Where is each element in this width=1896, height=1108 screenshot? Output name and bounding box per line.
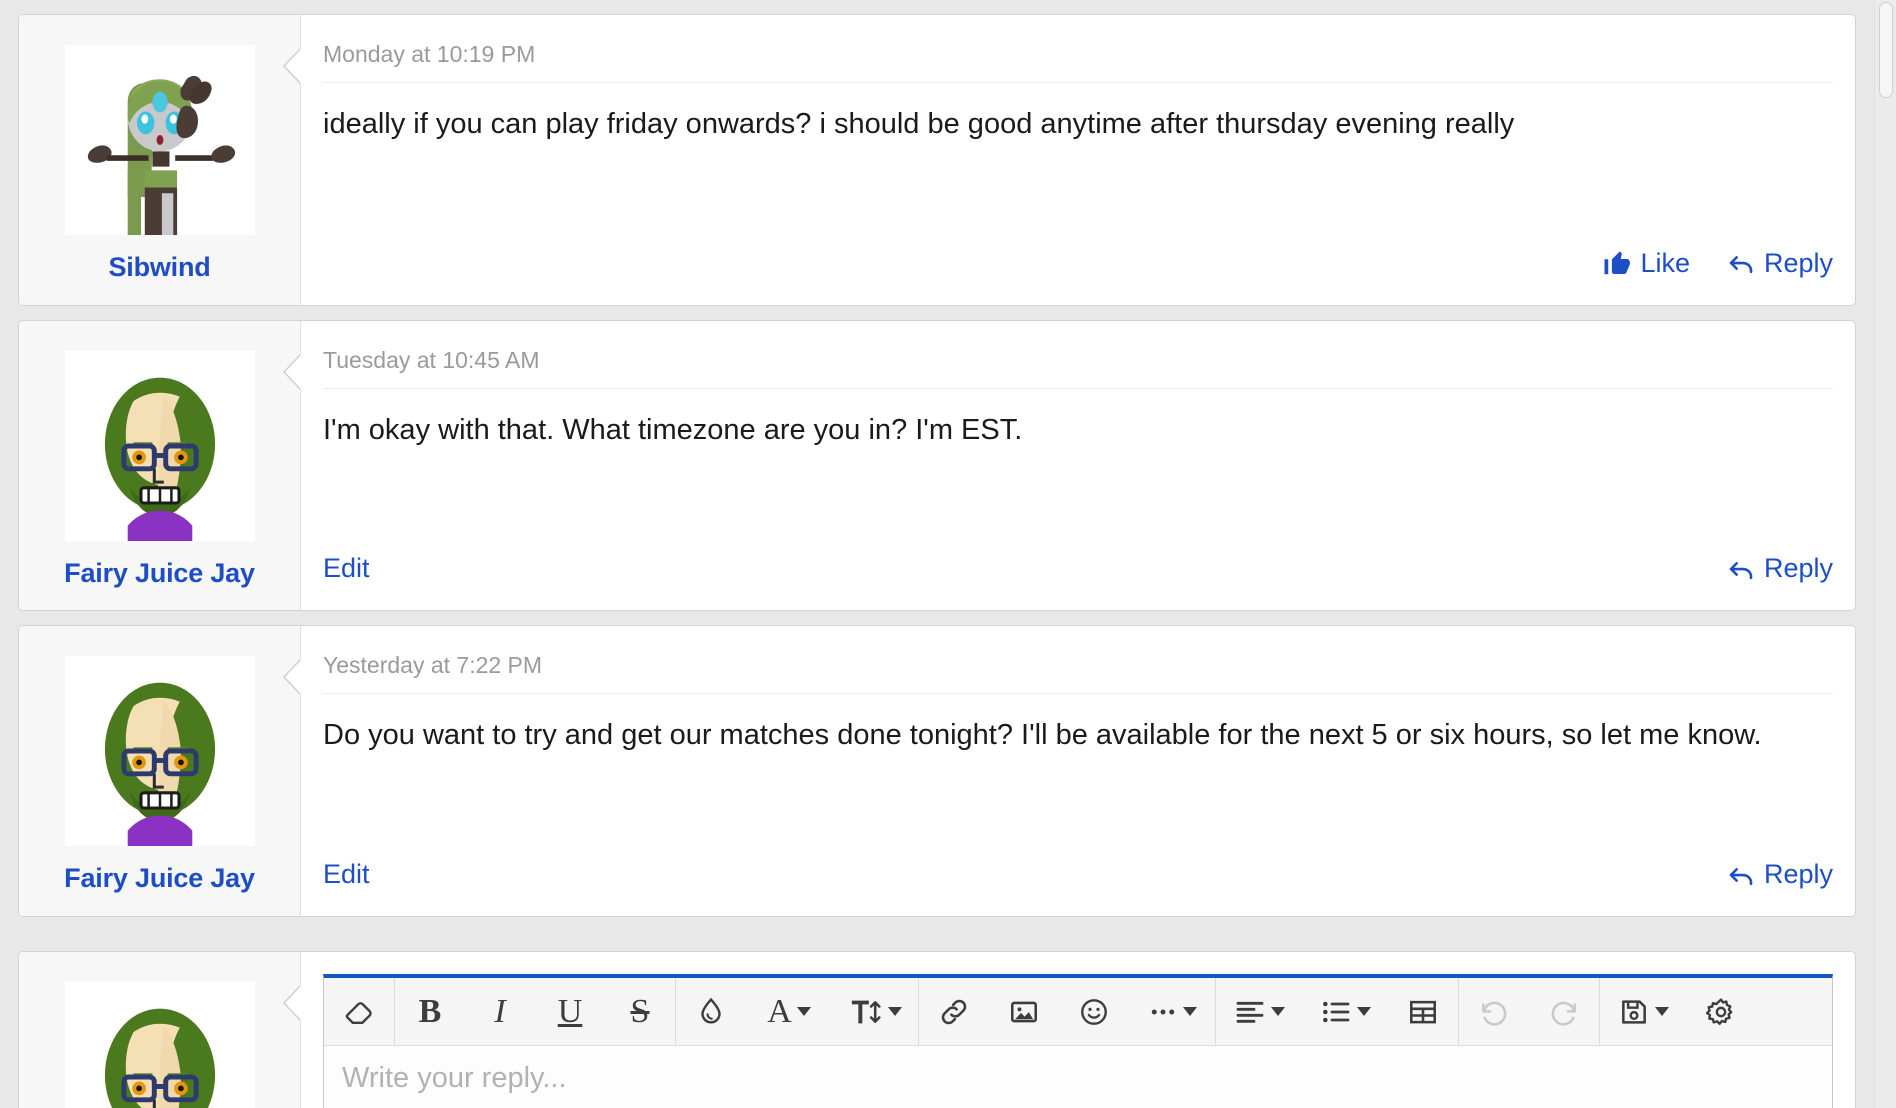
message-post: Sibwind Monday at 10:19 PM ideally if yo… [18,14,1856,306]
chevron-down-icon [797,1007,811,1016]
remove-formatting-button[interactable] [324,978,394,1046]
chevron-down-icon [1357,1007,1371,1016]
post-body: Tuesday at 10:45 AM I'm okay with that. … [301,321,1855,611]
gear-button[interactable] [1686,978,1756,1046]
image-button[interactable] [989,978,1059,1046]
underline-button[interactable]: U [535,978,605,1046]
align-button[interactable] [1216,978,1302,1046]
post-footer: Like Reply [323,230,1833,305]
draft-button[interactable] [1600,978,1686,1046]
toolbar-group [324,978,395,1046]
like-label: Like [1640,248,1690,279]
avatar[interactable] [65,656,255,846]
forum-thread-page: Sibwind Monday at 10:19 PM ideally if yo… [0,0,1896,1108]
post-body: Monday at 10:19 PM ideally if you can pl… [301,15,1855,305]
post-footer: Edit Reply [323,841,1833,916]
scrollbar-thumb[interactable] [1879,2,1893,98]
editor-shell: BIUS A Write your reply... [323,974,1833,1108]
post-timestamp[interactable]: Yesterday at 7:22 PM [323,626,1833,694]
post-message-text: Do you want to try and get our matches d… [323,694,1833,841]
editor-toolbar: BIUS A [324,978,1832,1046]
reply-arrow-icon [1726,554,1756,584]
italic-button[interactable]: I [465,978,535,1046]
reply-arrow-icon [1726,248,1756,278]
more-options-button[interactable] [1129,978,1215,1046]
reply-input[interactable]: Write your reply... [324,1046,1832,1108]
table-button[interactable] [1388,978,1458,1046]
reply-action[interactable]: Reply [1726,553,1833,584]
reply-action[interactable]: Reply [1726,248,1833,279]
post-footer-right: Reply [1726,553,1833,584]
reply-arrow-icon [1726,860,1756,890]
editor-user-column [19,952,301,1108]
post-message-text: I'm okay with that. What timezone are yo… [323,389,1833,536]
link-button[interactable] [919,978,989,1046]
chevron-down-icon [1271,1007,1285,1016]
avatar[interactable] [65,351,255,541]
redo-button [1529,978,1599,1046]
font-family-button[interactable]: A [746,978,832,1046]
post-timestamp[interactable]: Tuesday at 10:45 AM [323,321,1833,389]
username-link[interactable]: Sibwind [29,253,290,283]
edit-link[interactable]: Edit [323,859,370,890]
page-scrollbar[interactable] [1874,0,1896,1108]
bold-button[interactable]: B [395,978,465,1046]
post-body: Yesterday at 7:22 PM Do you want to try … [301,626,1855,916]
post-timestamp[interactable]: Monday at 10:19 PM [323,15,1833,83]
smilie-button[interactable] [1059,978,1129,1046]
avatar[interactable] [65,982,255,1108]
reply-editor: BIUS A Write your reply... [301,952,1855,1108]
toolbar-group: BIUS [395,978,676,1046]
toolbar-group [1459,978,1600,1046]
reply-label: Reply [1764,859,1833,890]
edit-link[interactable]: Edit [323,553,370,584]
post-message-text: ideally if you can play friday onwards? … [323,83,1833,230]
post-user-column: Fairy Juice Jay [19,626,301,916]
bubble-arrow [285,986,301,1020]
chevron-down-icon [888,1007,902,1016]
toolbar-group [919,978,1216,1046]
post-footer-left: Edit [323,859,370,890]
like-action[interactable]: Like [1602,248,1690,279]
username-link[interactable]: Fairy Juice Jay [29,559,290,589]
list-button[interactable] [1302,978,1388,1046]
bubble-arrow [285,355,301,389]
avatar[interactable] [65,45,255,235]
message-post: Fairy Juice Jay Yesterday at 7:22 PM Do … [18,625,1856,917]
reply-action[interactable]: Reply [1726,859,1833,890]
post-footer-left: Edit [323,553,370,584]
strikethrough-button[interactable]: S [605,978,675,1046]
chevron-down-icon [1183,1007,1197,1016]
toolbar-group [1216,978,1459,1046]
font-size-button[interactable] [832,978,918,1046]
post-user-column: Sibwind [19,15,301,305]
reply-editor-block: BIUS A Write your reply... [18,951,1856,1108]
toolbar-group: A [676,978,919,1046]
chevron-down-icon [1655,1007,1669,1016]
username-link[interactable]: Fairy Juice Jay [29,864,290,894]
reply-label: Reply [1764,248,1833,279]
post-footer: Edit Reply [323,535,1833,610]
post-footer-right: Reply [1726,859,1833,890]
toolbar-group [1600,978,1756,1046]
post-footer-right: Like Reply [1602,248,1833,279]
message-post: Fairy Juice Jay Tuesday at 10:45 AM I'm … [18,320,1856,612]
reply-label: Reply [1764,553,1833,584]
undo-button [1459,978,1529,1046]
thumbs-up-icon [1602,248,1632,278]
post-user-column: Fairy Juice Jay [19,321,301,611]
message-list: Sibwind Monday at 10:19 PM ideally if yo… [0,0,1874,1108]
text-color-button[interactable] [676,978,746,1046]
bubble-arrow [285,49,301,83]
bubble-arrow [285,660,301,694]
